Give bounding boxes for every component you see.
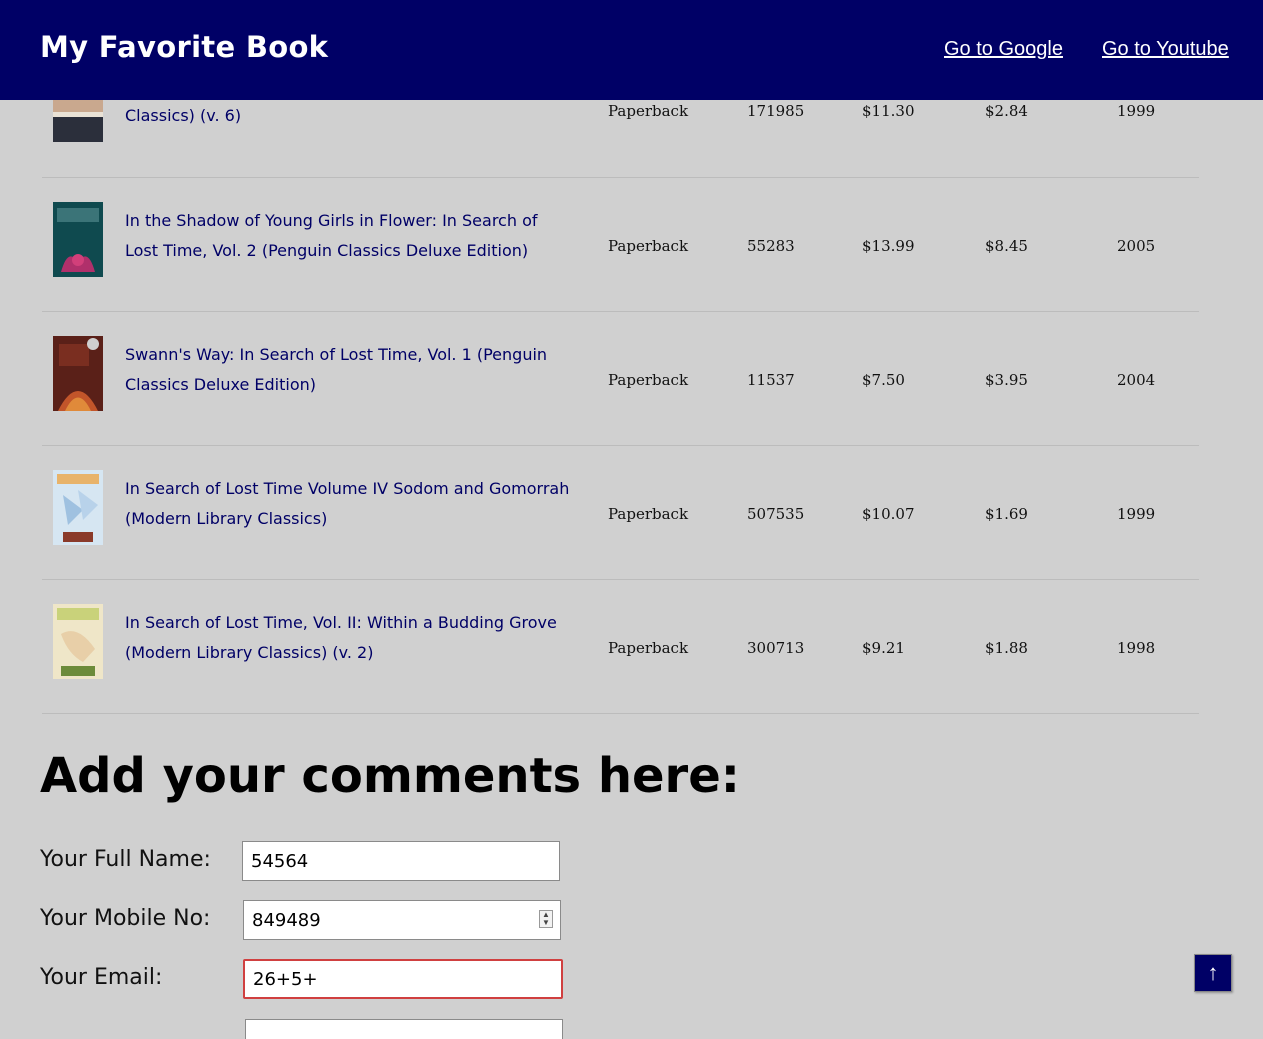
list-price-cell: $13.99: [862, 237, 915, 255]
binding-cell: Paperback: [608, 639, 689, 657]
book-cover-image[interactable]: [53, 470, 103, 545]
arrow-up-icon: ↑: [1207, 960, 1219, 985]
book-title-link[interactable]: Classics) (v. 6): [125, 101, 575, 131]
table-row: In Search of Lost Time, Vol. II: Within …: [42, 580, 1199, 714]
list-price-cell: $11.30: [862, 102, 915, 120]
number-spinner[interactable]: ▲ ▼: [539, 910, 553, 928]
used-price-cell: $8.45: [985, 237, 1028, 255]
year-cell: 1999: [1117, 505, 1156, 523]
year-cell: 2005: [1117, 237, 1156, 255]
site-title: My Favorite Book: [40, 30, 329, 64]
next-input-partial[interactable]: [245, 1019, 563, 1039]
book-cover-image[interactable]: [53, 336, 103, 411]
list-price-cell: $10.07: [862, 505, 915, 523]
book-cover-image[interactable]: [53, 604, 103, 679]
site-header: My Favorite Book Go to Google Go to Yout…: [0, 0, 1263, 100]
email-input[interactable]: [243, 959, 563, 999]
used-price-cell: $1.69: [985, 505, 1028, 523]
binding-cell: Paperback: [608, 505, 689, 523]
full-name-label: Your Full Name:: [40, 847, 211, 872]
email-label: Your Email:: [40, 965, 163, 990]
scroll-to-top-button[interactable]: ↑: [1194, 954, 1232, 992]
book-title-link[interactable]: In Search of Lost Time, Vol. II: Within …: [125, 608, 575, 668]
rank-cell: 11537: [747, 371, 795, 389]
full-name-input[interactable]: [242, 841, 560, 881]
go-to-youtube-link[interactable]: Go to Youtube: [1102, 38, 1229, 61]
rank-cell: 171985: [747, 102, 805, 120]
books-table: Classics) (v. 6) Paperback 171985 $11.30…: [42, 44, 1199, 714]
rank-cell: 300713: [747, 639, 805, 657]
comments-heading: Add your comments here:: [40, 748, 740, 804]
year-cell: 1998: [1117, 639, 1156, 657]
rank-cell: 55283: [747, 237, 795, 255]
table-row: In the Shadow of Young Girls in Flower: …: [42, 178, 1199, 312]
table-row: Swann's Way: In Search of Lost Time, Vol…: [42, 312, 1199, 446]
go-to-google-link[interactable]: Go to Google: [944, 38, 1063, 61]
binding-cell: Paperback: [608, 102, 689, 120]
book-title-link[interactable]: In the Shadow of Young Girls in Flower: …: [125, 206, 575, 266]
binding-cell: Paperback: [608, 371, 689, 389]
used-price-cell: $1.88: [985, 639, 1028, 657]
list-price-cell: $9.21: [862, 639, 905, 657]
rank-cell: 507535: [747, 505, 805, 523]
list-price-cell: $7.50: [862, 371, 905, 389]
mobile-label: Your Mobile No:: [40, 906, 211, 931]
used-price-cell: $3.95: [985, 371, 1028, 389]
year-cell: 2004: [1117, 371, 1156, 389]
binding-cell: Paperback: [608, 237, 689, 255]
used-price-cell: $2.84: [985, 102, 1028, 120]
mobile-number-input[interactable]: [243, 900, 561, 940]
mobile-field-wrapper: ▲▼: [243, 900, 561, 940]
book-cover-image[interactable]: [53, 202, 103, 277]
book-title-link[interactable]: Swann's Way: In Search of Lost Time, Vol…: [125, 340, 575, 400]
year-cell: 1999: [1117, 102, 1156, 120]
table-row: In Search of Lost Time Volume IV Sodom a…: [42, 446, 1199, 580]
book-title-link[interactable]: In Search of Lost Time Volume IV Sodom a…: [125, 474, 575, 534]
